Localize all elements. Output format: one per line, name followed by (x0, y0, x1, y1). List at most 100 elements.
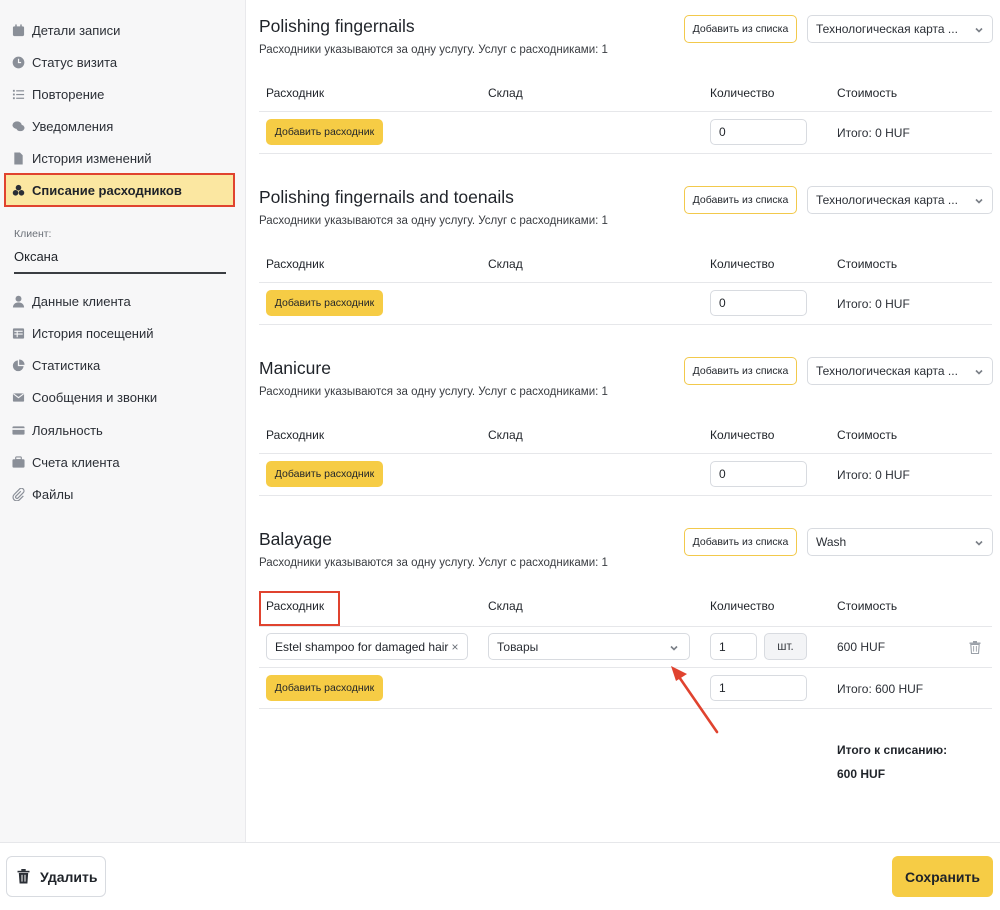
tech-card-select[interactable]: Технологическая карта ... (807, 15, 993, 43)
sidebar-item-loyalty[interactable]: Лояльность (6, 414, 234, 446)
chevron-down-icon (974, 366, 984, 376)
sidebar-item-label: Файлы (32, 486, 74, 502)
service-title: Balayage (259, 529, 332, 549)
row-divider (259, 324, 992, 325)
paperclip-icon (11, 487, 25, 501)
item-quantity-input[interactable]: 1 (710, 633, 757, 660)
sidebar-item-label: Счета клиента (32, 454, 120, 470)
sidebar-item-appointment-details[interactable]: Детали записи (6, 14, 234, 46)
service-title: Manicure (259, 358, 331, 378)
document-icon (11, 151, 25, 165)
tech-card-select-value: Технологическая карта ... (816, 22, 958, 36)
row-divider (259, 153, 992, 154)
sidebar-item-label: Списание расходников (32, 182, 182, 198)
quantity-input[interactable]: 0 (710, 119, 807, 145)
column-header-item: Расходник (266, 428, 325, 442)
column-header-cost: Стоимость (837, 86, 898, 100)
row-divider (259, 708, 992, 709)
calendar-icon (11, 23, 25, 37)
trash-icon (17, 869, 31, 884)
delete-button[interactable]: Удалить (6, 856, 106, 897)
save-button[interactable]: Сохранить (892, 856, 993, 897)
tech-card-select-value: Технологическая карта ... (816, 193, 958, 207)
column-header-warehouse: Склад (488, 86, 523, 100)
column-header-quantity: Количество (710, 257, 775, 271)
tech-card-select[interactable]: Технологическая карта ... (807, 357, 993, 385)
tech-card-select[interactable]: Технологическая карта ... (807, 186, 993, 214)
section-total: Итого: 0 HUF (837, 468, 910, 482)
row-divider (259, 626, 992, 627)
column-header-item: Расходник (266, 86, 325, 100)
unit-label: шт. (764, 633, 807, 660)
row-divider (259, 667, 992, 668)
sidebar-item-label: Уведомления (32, 118, 114, 134)
sidebar-item-files[interactable]: Файлы (6, 478, 234, 510)
card-icon (11, 423, 25, 437)
section-total: Итого: 600 HUF (837, 682, 924, 696)
column-header-item: Расходник (266, 257, 325, 271)
sidebar-item-repeat[interactable]: Повторение (6, 78, 234, 110)
sidebar-item-label: Статистика (32, 357, 101, 373)
pie-chart-icon (11, 358, 25, 372)
delete-button-label: Удалить (40, 868, 98, 885)
sidebar-item-label: Сообщения и звонки (32, 389, 158, 405)
table-icon (11, 326, 25, 340)
add-from-list-button[interactable]: Добавить из списка (684, 186, 797, 214)
sidebar-item-visit-history[interactable]: История посещений (6, 317, 234, 349)
consumable-item-value: Estel shampoo for damaged hair (275, 639, 449, 654)
chevron-down-icon (974, 24, 984, 34)
service-title: Polishing fingernails (259, 16, 415, 36)
client-label: Клиент: (14, 228, 52, 240)
highlight-box (259, 591, 340, 626)
sidebar-item-label: Повторение (32, 86, 105, 102)
consumable-item-input[interactable]: Estel shampoo for damaged hair × (266, 633, 468, 660)
sidebar: Детали записи Статус визита Повторение У… (0, 0, 246, 842)
grand-total-label: Итого к списанию: (837, 743, 948, 757)
sidebar-item-notifications[interactable]: Уведомления (6, 110, 234, 142)
wallet-icon (11, 455, 25, 469)
tech-card-select[interactable]: Wash (807, 528, 993, 556)
sidebar-item-client-data[interactable]: Данные клиента (6, 285, 234, 317)
service-subtitle: Расходники указываются за одну услугу. У… (259, 386, 608, 398)
add-item-button[interactable]: Добавить расходник (266, 290, 383, 316)
service-subtitle: Расходники указываются за одну услугу. У… (259, 215, 608, 227)
sidebar-item-consumables-writeoff[interactable]: Списание расходников (4, 173, 235, 207)
footer-bar: Удалить Сохранить (0, 842, 1000, 910)
chevron-down-icon (669, 642, 679, 652)
trash-icon[interactable] (969, 641, 983, 655)
service-subtitle: Расходники указываются за одну услугу. У… (259, 44, 608, 56)
add-item-button[interactable]: Добавить расходник (266, 461, 383, 487)
column-header-cost: Стоимость (837, 599, 898, 613)
warehouse-select[interactable]: Товары (488, 633, 690, 660)
sidebar-item-messages-calls[interactable]: Сообщения и звонки (6, 381, 234, 413)
chevron-down-icon (974, 537, 984, 547)
cubes-icon (11, 183, 25, 197)
column-header-warehouse: Склад (488, 428, 523, 442)
sidebar-item-label: Лояльность (32, 422, 103, 438)
sidebar-item-client-accounts[interactable]: Счета клиента (6, 446, 234, 478)
sidebar-item-visit-status[interactable]: Статус визита (6, 46, 234, 78)
add-from-list-button[interactable]: Добавить из списка (684, 357, 797, 385)
warehouse-select-value: Товары (497, 639, 539, 654)
quantity-input[interactable]: 0 (710, 290, 807, 316)
add-from-list-button[interactable]: Добавить из списка (684, 528, 797, 556)
column-header-cost: Стоимость (837, 257, 898, 271)
column-header-warehouse: Склад (488, 257, 523, 271)
sidebar-item-change-history[interactable]: История изменений (6, 142, 234, 174)
sidebar-item-label: История посещений (32, 325, 154, 341)
service-subtitle: Расходники указываются за одну услугу. У… (259, 557, 608, 569)
clear-icon[interactable]: × (449, 640, 461, 654)
client-name-field[interactable]: Оксана (14, 249, 58, 264)
column-header-warehouse: Склад (488, 599, 523, 613)
section-total: Итого: 0 HUF (837, 126, 910, 140)
add-from-list-button[interactable]: Добавить из списка (684, 15, 797, 43)
column-header-quantity: Количество (710, 428, 775, 442)
sidebar-item-statistics[interactable]: Статистика (6, 349, 234, 381)
sidebar-item-label: Данные клиента (32, 293, 131, 309)
quantity-input[interactable]: 0 (710, 461, 807, 487)
add-item-button[interactable]: Добавить расходник (266, 119, 383, 145)
sidebar-item-label: История изменений (32, 150, 152, 166)
add-item-button[interactable]: Добавить расходник (266, 675, 383, 701)
chat-icon (11, 119, 25, 133)
annotation-arrow (671, 666, 719, 734)
